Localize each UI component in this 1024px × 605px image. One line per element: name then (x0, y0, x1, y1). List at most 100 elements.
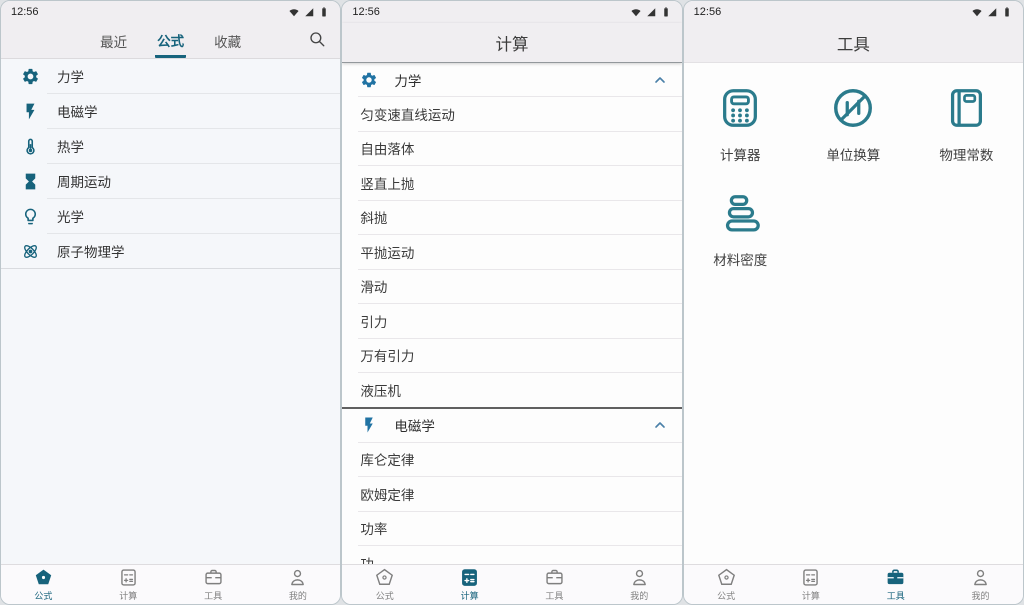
wifi-icon (288, 6, 300, 18)
signal-icon (645, 6, 657, 18)
density-icon (717, 190, 763, 236)
status-icons (971, 6, 1013, 18)
calc-item[interactable]: 自由落体 (342, 132, 681, 166)
person-icon (287, 567, 308, 588)
status-icons (288, 6, 330, 18)
category-label: 原子物理学 (57, 241, 125, 261)
calc-item[interactable]: 竖直上抛 (342, 166, 681, 200)
home-pentagon-icon (716, 567, 737, 588)
status-time: 12:56 (694, 6, 722, 18)
tool-label: 物理常数 (939, 144, 993, 164)
nav-mine[interactable]: 我的 (597, 565, 682, 604)
nav-formulas[interactable]: 公式 (684, 565, 769, 604)
category-thermodynamics[interactable]: 热学 (1, 129, 340, 163)
nav-formulas[interactable]: 公式 (342, 565, 427, 604)
tab-favorites[interactable]: 收藏 (212, 25, 243, 56)
section-label: 力学 (394, 70, 635, 90)
nav-label: 计算 (802, 589, 820, 602)
nav-label: 公式 (376, 589, 394, 602)
person-icon (629, 567, 650, 588)
atom-icon (21, 242, 40, 261)
nav-mine[interactable]: 我的 (255, 565, 340, 604)
book-icon (943, 85, 989, 131)
home-pentagon-icon (374, 567, 395, 588)
category-periodic-motion[interactable]: 周期运动 (1, 164, 340, 198)
nav-formulas[interactable]: 公式 (1, 565, 86, 604)
tab-bar: 最近 公式 收藏 (1, 23, 340, 59)
calc-item[interactable]: 功 (342, 546, 681, 564)
chevron-up-icon (652, 72, 668, 88)
calc-list: 力学 匀变速直线运动 自由落体 竖直上抛 斜抛 平抛运动 滑动 引力 万有引力 … (342, 63, 681, 564)
nav-label: 我的 (972, 589, 990, 602)
tool-grid: 计算器 单位换算 物理常数 材料密度 (684, 85, 1023, 269)
nav-label: 我的 (289, 589, 307, 602)
section-electromagnetism[interactable]: 电磁学 (342, 409, 681, 442)
tool-calculator[interactable]: 计算器 (684, 85, 797, 164)
calc-item[interactable]: 万有引力 (342, 339, 681, 373)
gear-icon (360, 71, 378, 89)
search-icon[interactable] (308, 30, 326, 53)
battery-icon (318, 6, 330, 18)
calc-item[interactable]: 滑动 (342, 270, 681, 304)
category-list: 力学 电磁学 热学 周期运动 光学 (1, 59, 340, 269)
nav-calculate[interactable]: 计算 (427, 565, 512, 604)
category-mechanics[interactable]: 力学 (1, 59, 340, 93)
category-optics[interactable]: 光学 (1, 199, 340, 233)
nav-label: 公式 (717, 589, 735, 602)
category-label: 电磁学 (57, 101, 98, 121)
lightning-icon (360, 416, 378, 434)
calc-item[interactable]: 欧姆定律 (342, 477, 681, 511)
tool-unit-conversion[interactable]: 单位换算 (797, 85, 910, 164)
bottom-nav: 公式 计算 工具 我的 (1, 564, 340, 604)
hourglass-icon (21, 172, 40, 191)
chevron-up-icon (652, 417, 668, 433)
nav-label: 公式 (34, 589, 52, 602)
nav-label: 我的 (630, 589, 648, 602)
section-mechanics[interactable]: 力学 (342, 63, 681, 96)
status-bar: 12:56 (1, 1, 340, 23)
calculator-icon (717, 85, 763, 131)
status-time: 12:56 (11, 6, 39, 18)
tool-physical-constants[interactable]: 物理常数 (910, 85, 1023, 164)
nav-calculate[interactable]: 计算 (768, 565, 853, 604)
nav-calculate[interactable]: 计算 (86, 565, 171, 604)
status-bar: 12:56 (684, 1, 1023, 23)
nav-label: 工具 (887, 589, 905, 602)
category-label: 力学 (57, 66, 84, 86)
signal-icon (303, 6, 315, 18)
status-bar: 12:56 (342, 1, 681, 23)
toolbox-icon (544, 567, 565, 588)
nav-mine[interactable]: 我的 (938, 565, 1023, 604)
category-electromagnetism[interactable]: 电磁学 (1, 94, 340, 128)
three-screen-layout: 12:56 最近 公式 收藏 力学 电磁学 (0, 0, 1024, 605)
category-atomic-physics[interactable]: 原子物理学 (1, 234, 340, 268)
tab-formulas[interactable]: 公式 (155, 24, 186, 58)
toolbox-icon (203, 567, 224, 588)
gear-icon (21, 67, 40, 86)
calc-item[interactable]: 匀变速直线运动 (342, 97, 681, 131)
home-pentagon-icon (33, 567, 54, 588)
battery-icon (1001, 6, 1013, 18)
bottom-nav: 公式 计算 工具 我的 (342, 564, 681, 604)
screen-tools: 12:56 工具 计算器 单位换算 物理常数 (683, 0, 1024, 605)
section-label: 电磁学 (394, 415, 635, 435)
tool-material-density[interactable]: 材料密度 (684, 190, 797, 269)
screen-calculate: 12:56 计算 力学 匀变速直线运动 自由落体 竖直上抛 斜抛 平抛运动 (341, 0, 682, 605)
nav-label: 工具 (204, 589, 222, 602)
calculator-nav-icon (459, 567, 480, 588)
category-label: 热学 (57, 136, 84, 156)
calc-item[interactable]: 功率 (342, 512, 681, 546)
nav-tools[interactable]: 工具 (171, 565, 256, 604)
calc-item[interactable]: 液压机 (342, 373, 681, 407)
calc-item[interactable]: 斜抛 (342, 201, 681, 235)
wifi-icon (971, 6, 983, 18)
nav-tools[interactable]: 工具 (853, 565, 938, 604)
nav-label: 工具 (545, 589, 563, 602)
bottom-nav: 公式 计算 工具 我的 (684, 564, 1023, 604)
calc-item[interactable]: 库仑定律 (342, 443, 681, 477)
tab-recent[interactable]: 最近 (98, 25, 129, 56)
page-title: 工具 (684, 23, 1023, 63)
nav-tools[interactable]: 工具 (512, 565, 597, 604)
calc-item[interactable]: 引力 (342, 304, 681, 338)
calc-item[interactable]: 平抛运动 (342, 235, 681, 269)
